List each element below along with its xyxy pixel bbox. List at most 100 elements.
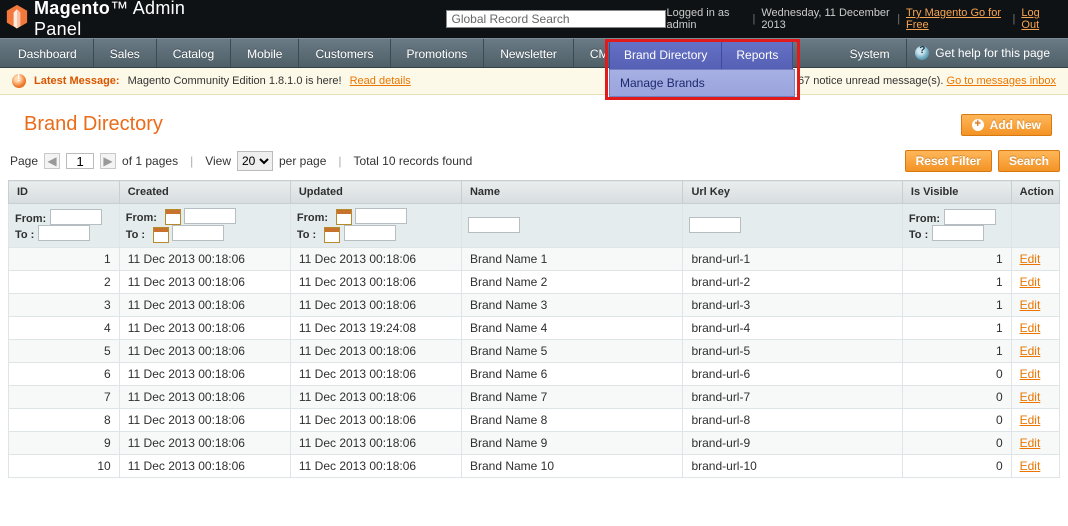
col-id[interactable]: ID bbox=[9, 181, 120, 204]
nav-promotions[interactable]: Promotions bbox=[391, 39, 485, 67]
filter-updated: From: To : bbox=[290, 204, 461, 248]
cell-created: 11 Dec 2013 00:18:06 bbox=[119, 385, 290, 408]
col-visible[interactable]: Is Visible bbox=[902, 181, 1011, 204]
edit-link[interactable]: Edit bbox=[1020, 275, 1041, 289]
calendar-icon[interactable] bbox=[336, 209, 352, 225]
page-prev-button[interactable]: ◀ bbox=[44, 153, 60, 169]
nav-system[interactable]: System bbox=[834, 39, 907, 67]
table-row[interactable]: 711 Dec 2013 00:18:0611 Dec 2013 00:18:0… bbox=[9, 385, 1060, 408]
submenu-manage-brands[interactable]: Manage Brands bbox=[609, 69, 795, 97]
filter-id-from[interactable] bbox=[50, 209, 102, 225]
filter-created-to[interactable] bbox=[172, 225, 224, 241]
cell-name: Brand Name 4 bbox=[461, 316, 682, 339]
cell-name: Brand Name 2 bbox=[461, 270, 682, 293]
table-row[interactable]: 911 Dec 2013 00:18:0611 Dec 2013 00:18:0… bbox=[9, 431, 1060, 454]
edit-link[interactable]: Edit bbox=[1020, 459, 1041, 473]
cell-created: 11 Dec 2013 00:18:06 bbox=[119, 270, 290, 293]
cell-action: Edit bbox=[1011, 293, 1059, 316]
reset-filter-button[interactable]: Reset Filter bbox=[905, 150, 992, 172]
cell-action: Edit bbox=[1011, 408, 1059, 431]
cell-updated: 11 Dec 2013 19:24:08 bbox=[290, 316, 461, 339]
page-title: Brand Directory bbox=[24, 113, 163, 136]
cell-updated: 11 Dec 2013 00:18:06 bbox=[290, 339, 461, 362]
table-row[interactable]: 511 Dec 2013 00:18:0611 Dec 2013 00:18:0… bbox=[9, 339, 1060, 362]
filter-updated-from[interactable] bbox=[355, 208, 407, 224]
table-row[interactable]: 411 Dec 2013 00:18:0611 Dec 2013 19:24:0… bbox=[9, 316, 1060, 339]
message-label: Latest Message: bbox=[34, 75, 120, 87]
page-next-button[interactable]: ▶ bbox=[100, 153, 116, 169]
table-row[interactable]: 211 Dec 2013 00:18:0611 Dec 2013 00:18:0… bbox=[9, 270, 1060, 293]
table-row[interactable]: 1011 Dec 2013 00:18:0611 Dec 2013 00:18:… bbox=[9, 454, 1060, 477]
read-details-link[interactable]: Read details bbox=[350, 75, 411, 87]
cell-url: brand-url-9 bbox=[683, 431, 902, 454]
cell-action: Edit bbox=[1011, 362, 1059, 385]
nav-customers[interactable]: Customers bbox=[299, 39, 390, 67]
nav-reports[interactable]: Reports bbox=[722, 39, 793, 70]
filter-url-input[interactable] bbox=[689, 217, 741, 233]
cell-id: 1 bbox=[9, 247, 120, 270]
nav-dashboard[interactable]: Dashboard bbox=[0, 39, 94, 67]
logout-link[interactable]: Log Out bbox=[1021, 7, 1054, 31]
cell-visible: 1 bbox=[902, 293, 1011, 316]
col-name[interactable]: Name bbox=[461, 181, 682, 204]
col-url[interactable]: Url Key bbox=[683, 181, 902, 204]
table-row[interactable]: 311 Dec 2013 00:18:0611 Dec 2013 00:18:0… bbox=[9, 293, 1060, 316]
cell-action: Edit bbox=[1011, 339, 1059, 362]
edit-link[interactable]: Edit bbox=[1020, 252, 1041, 266]
nav-catalog[interactable]: Catalog bbox=[157, 39, 231, 67]
filter-name-input[interactable] bbox=[468, 217, 520, 233]
filter-updated-to[interactable] bbox=[344, 225, 396, 241]
calendar-icon[interactable] bbox=[324, 227, 340, 243]
logo[interactable]: Magento™ Admin Panel bbox=[6, 0, 206, 40]
edit-link[interactable]: Edit bbox=[1020, 298, 1041, 312]
calendar-icon[interactable] bbox=[153, 227, 169, 243]
cell-url: brand-url-6 bbox=[683, 362, 902, 385]
cell-created: 11 Dec 2013 00:18:06 bbox=[119, 316, 290, 339]
filter-url bbox=[683, 204, 902, 248]
cell-id: 2 bbox=[9, 270, 120, 293]
cell-name: Brand Name 6 bbox=[461, 362, 682, 385]
cell-action: Edit bbox=[1011, 454, 1059, 477]
per-page-select[interactable]: 20 bbox=[237, 151, 273, 171]
edit-link[interactable]: Edit bbox=[1020, 436, 1041, 450]
col-created[interactable]: Created bbox=[119, 181, 290, 204]
cell-name: Brand Name 9 bbox=[461, 431, 682, 454]
edit-link[interactable]: Edit bbox=[1020, 413, 1041, 427]
edit-link[interactable]: Edit bbox=[1020, 367, 1041, 381]
from-label: From: bbox=[297, 212, 328, 224]
filter-visible-from[interactable] bbox=[944, 209, 996, 225]
main-nav: Dashboard Sales Catalog Mobile Customers… bbox=[0, 38, 1068, 68]
plus-icon: + bbox=[972, 119, 984, 131]
nav-help[interactable]: Get help for this page bbox=[915, 39, 1060, 67]
search-button[interactable]: Search bbox=[998, 150, 1060, 172]
messages-inbox-link[interactable]: Go to messages inbox bbox=[947, 75, 1056, 87]
filter-created-from[interactable] bbox=[184, 208, 236, 224]
nav-mobile[interactable]: Mobile bbox=[231, 39, 299, 67]
filter-id-to[interactable] bbox=[38, 225, 90, 241]
add-new-button[interactable]: + Add New bbox=[961, 114, 1052, 136]
nav-brand-directory[interactable]: Brand Directory bbox=[609, 39, 722, 70]
table-row[interactable]: 611 Dec 2013 00:18:0611 Dec 2013 00:18:0… bbox=[9, 362, 1060, 385]
col-updated[interactable]: Updated bbox=[290, 181, 461, 204]
cell-visible: 0 bbox=[902, 431, 1011, 454]
nav-sales[interactable]: Sales bbox=[94, 39, 157, 67]
table-row[interactable]: 811 Dec 2013 00:18:0611 Dec 2013 00:18:0… bbox=[9, 408, 1060, 431]
filter-visible: From: To : bbox=[902, 204, 1011, 248]
try-go-link[interactable]: Try Magento Go for Free bbox=[906, 7, 1006, 31]
edit-link[interactable]: Edit bbox=[1020, 344, 1041, 358]
edit-link[interactable]: Edit bbox=[1020, 321, 1041, 335]
page-number-input[interactable] bbox=[66, 153, 94, 169]
edit-link[interactable]: Edit bbox=[1020, 390, 1041, 404]
calendar-icon[interactable] bbox=[165, 209, 181, 225]
cell-name: Brand Name 3 bbox=[461, 293, 682, 316]
global-search-input[interactable] bbox=[446, 10, 666, 28]
page-label: Page bbox=[10, 154, 38, 168]
msg-right-post: notice unread message(s). bbox=[813, 75, 943, 87]
from-label: From: bbox=[126, 212, 157, 224]
cell-updated: 11 Dec 2013 00:18:06 bbox=[290, 385, 461, 408]
head-actions: + Add New bbox=[961, 114, 1060, 136]
nav-newsletter[interactable]: Newsletter bbox=[484, 39, 574, 67]
table-row[interactable]: 111 Dec 2013 00:18:0611 Dec 2013 00:18:0… bbox=[9, 247, 1060, 270]
filter-visible-to[interactable] bbox=[932, 225, 984, 241]
cell-url: brand-url-8 bbox=[683, 408, 902, 431]
